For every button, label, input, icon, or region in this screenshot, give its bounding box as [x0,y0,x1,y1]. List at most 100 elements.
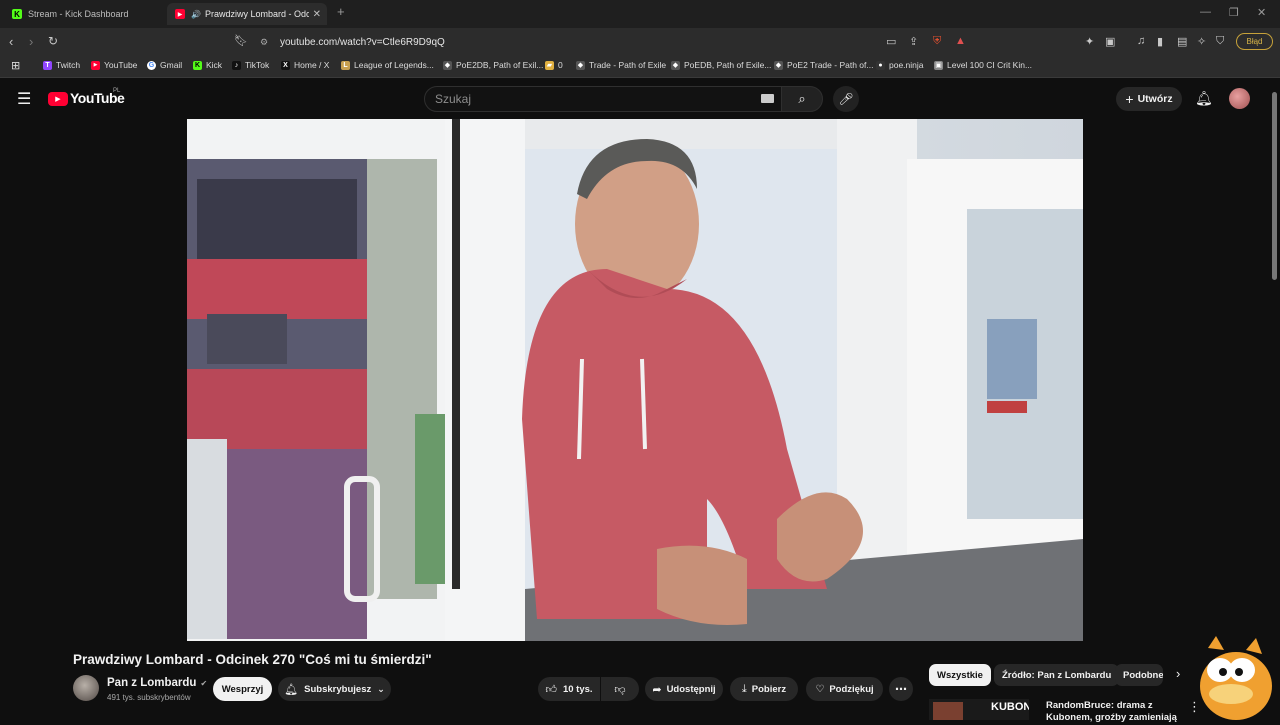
youtube-logo-icon[interactable]: ▶ [48,92,68,106]
apps-grid-icon[interactable]: ⊞ [11,59,20,72]
mic-icon: 🎤︎ [838,92,854,106]
new-tab-button[interactable]: + [337,4,345,19]
search-input[interactable]: Szukaj [424,86,782,112]
bookmark-poe2db[interactable]: ◆ PoE2DB, Path of Exil... [443,60,543,70]
x-icon: X [281,60,290,70]
cast-icon[interactable]: ▭ [886,35,896,48]
menu-icon[interactable]: ☰ [17,89,31,109]
leo-icon[interactable]: ✧ [1197,35,1206,48]
google-icon: G [147,60,156,70]
recommended-title-line1: RandomBruce: drama z [1046,700,1153,711]
garfield-icon [1200,636,1272,720]
thanks-label: Podziękuj [829,683,874,695]
dislike-button[interactable]: 👎︎ [601,677,639,701]
bookmark-icon[interactable]: 🔖︎ [234,34,248,47]
minimize-icon[interactable]: — [1200,6,1211,18]
bookmark-trade[interactable]: ◆ Trade - Path of Exile [576,60,666,70]
close-window-icon[interactable]: ✕ [1257,6,1266,19]
music-icon[interactable]: ♫ [1137,35,1145,47]
subscribed-label: Subskrybujesz [304,683,372,695]
chevron-down-icon: ⌄ [377,683,385,694]
create-button[interactable]: + Utwórz [1116,87,1182,111]
bookmark-poe2-trade[interactable]: ◆ PoE2 Trade - Path of... [774,60,873,70]
bookmark-poedb[interactable]: ◆ PoEDB, Path of Exile... [671,60,771,70]
chip-all[interactable]: Wszystkie [929,664,991,686]
subscribed-button[interactable]: 🔔︎ Subskrybujesz ⌄ [278,677,391,701]
bookmark-kick[interactable]: K Kick [193,60,222,70]
reload-icon[interactable]: ↻ [48,34,58,48]
screenshot-icon[interactable]: ▣ [1105,35,1115,48]
poe-icon: ◆ [576,60,585,70]
vpn-icon[interactable]: ⛉ [1216,35,1224,48]
recommended-thumbnail[interactable]: KUBON [929,699,1029,720]
bookmark-poe-ninja[interactable]: ● poe.ninja [876,60,924,70]
share-button[interactable]: ➦ Udostępnij [645,677,723,701]
wallet-icon[interactable]: ▤ [1177,35,1187,48]
notifications-icon[interactable]: 🔔︎ [1195,90,1213,107]
recommended-title-line2: Kubonem, groźby zamieniają s [1046,712,1178,723]
share-arrow-icon: ➦ [652,683,662,696]
garfield-mascot-overlay [1196,634,1274,720]
bookmark-tiktok[interactable]: ♪ TikTok [232,60,269,70]
league-icon: L [341,60,350,70]
like-button[interactable]: 👍︎ 10 tys. [538,677,600,701]
close-tab-icon[interactable]: ✕ [313,9,321,20]
page-icon: ▣ [934,60,943,70]
voice-search-button[interactable]: 🎤︎ [833,86,859,112]
forward-icon[interactable]: › [29,34,33,49]
chip-related[interactable]: Podobne [1115,664,1163,686]
chip-from-channel[interactable]: Źródło: Pan z Lombardu [994,664,1120,686]
bookmark-x[interactable]: X Home / X [281,60,329,70]
bell-icon: 🔔︎ [284,683,299,696]
url-bar[interactable]: ⚙ youtube.com/watch?v=Ctle6R9D9qQ [252,33,974,51]
brave-shield-icon[interactable]: ⛨ [933,35,941,48]
tab-kick-dashboard[interactable]: K Stream - Kick Dashboard [4,3,164,25]
video-frame [187,119,1083,641]
recommended-title[interactable]: RandomBruce: drama z Kubonem, groźby zam… [1046,700,1178,724]
search-button[interactable]: ⌕ [781,86,823,112]
chevron-right-icon[interactable]: › [1176,666,1180,681]
share-icon[interactable]: ⇪ [909,35,918,48]
channel-avatar[interactable] [73,675,99,701]
download-button[interactable]: ⤓ Pobierz [730,677,798,701]
youtube-icon: ▶ [91,60,100,70]
avatar[interactable] [1229,88,1250,109]
thumbnail-face [933,702,963,720]
bookmark-league[interactable]: L League of Legends... [341,60,434,70]
search-icon: ⌕ [798,91,806,106]
download-icon: ⤓ [741,682,747,695]
video-player[interactable] [187,119,1083,641]
bookmark-gmail[interactable]: G Gmail [147,60,182,70]
youtube-icon: ▶ [175,9,185,19]
tab-youtube-video[interactable]: ▶ 🔊 Prawdziwy Lombard - Odcinek 270 ✕ [167,3,327,25]
url-text: youtube.com/watch?v=Ctle6R9D9qQ [280,36,445,48]
tiktok-icon: ♪ [232,60,241,70]
page-scrollbar[interactable] [1272,92,1277,280]
more-actions-button[interactable]: ⋯ [889,677,913,701]
rewards-icon[interactable]: ▲ [955,35,966,47]
bookmark-folder-0[interactable]: ▰ 0 [545,60,563,70]
bookmark-level-100[interactable]: ▣ Level 100 CI Crit Kin... [934,60,1032,70]
extensions-icon[interactable]: ✦ [1085,35,1094,48]
poe-icon: ◆ [671,60,680,70]
back-icon[interactable]: ‹ [9,34,13,49]
support-button[interactable]: Wesprzyj [213,677,272,701]
heart-dollar-icon: ♡ [815,683,825,695]
bookmark-twitch[interactable]: T Twitch [43,60,80,70]
like-count: 10 tys. [562,683,593,695]
site-info-icon[interactable]: ⚙ [260,37,268,48]
error-button[interactable]: Błąd [1236,33,1273,50]
thanks-button[interactable]: ♡ Podziękuj [806,677,883,701]
create-label: Utwórz [1137,93,1173,105]
twitch-icon: T [43,60,52,70]
more-horizontal-icon: ⋯ [895,682,907,696]
keyboard-icon[interactable] [761,94,774,103]
download-label: Pobierz [751,683,787,695]
plus-icon: + [1125,91,1134,107]
sidebar-icon[interactable]: ▮ [1157,35,1163,48]
maximize-icon[interactable]: ❐ [1229,6,1239,19]
tab-label: Prawdziwy Lombard - Odcinek 270 [204,9,309,19]
bookmark-youtube[interactable]: ▶ YouTube [91,60,137,70]
channel-name[interactable]: Pan z Lombardu ✔ [107,677,207,689]
folder-icon: ▰ [545,60,554,70]
